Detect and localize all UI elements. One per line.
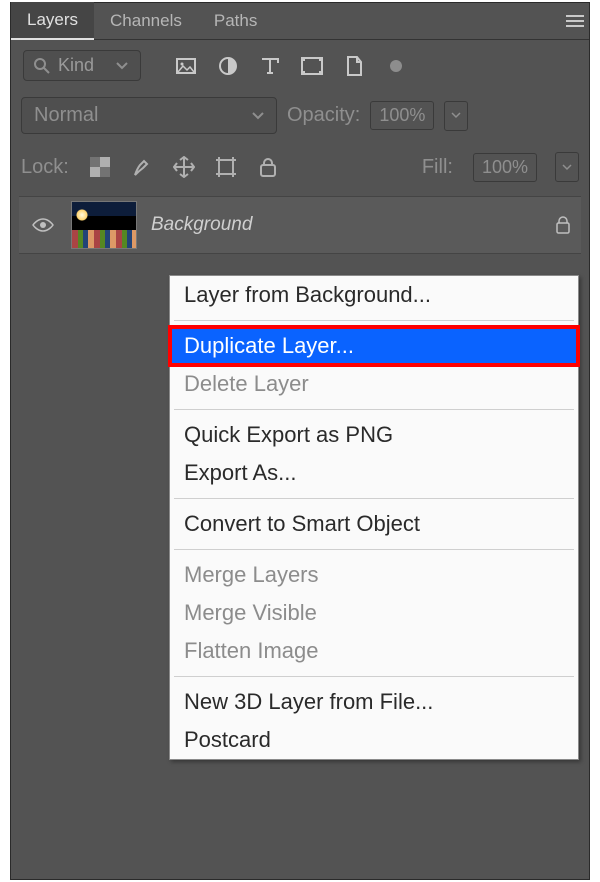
visibility-eye-icon[interactable] xyxy=(29,218,57,232)
opacity-input[interactable]: 100% xyxy=(370,101,434,130)
menu-separator xyxy=(174,676,574,677)
filter-toggle-dot[interactable] xyxy=(385,55,407,77)
menu-merge-visible: Merge Visible xyxy=(170,594,578,632)
menu-convert-smart-object[interactable]: Convert to Smart Object xyxy=(170,505,578,543)
lock-transparency-icon[interactable] xyxy=(89,156,111,178)
menu-postcard[interactable]: Postcard xyxy=(170,721,578,759)
fill-input[interactable]: 100% xyxy=(473,153,537,182)
menu-quick-export-png[interactable]: Quick Export as PNG xyxy=(170,416,578,454)
filter-shape-icon[interactable] xyxy=(301,55,323,77)
tab-channels[interactable]: Channels xyxy=(94,3,198,39)
lock-label: Lock: xyxy=(21,156,69,179)
fill-label: Fill: xyxy=(422,156,453,179)
menu-new-3d-layer[interactable]: New 3D Layer from File... xyxy=(170,683,578,721)
panel-tabbar: Layers Channels Paths xyxy=(11,3,589,40)
filter-kind-select[interactable]: Kind xyxy=(23,50,141,81)
tab-layers[interactable]: Layers xyxy=(11,2,94,40)
fill-stepper[interactable] xyxy=(555,152,579,182)
filter-pixel-icon[interactable] xyxy=(175,55,197,77)
opacity-stepper[interactable] xyxy=(444,101,468,131)
blend-mode-value: Normal xyxy=(34,104,98,127)
search-icon xyxy=(34,58,50,74)
menu-merge-layers: Merge Layers xyxy=(170,556,578,594)
filter-kind-label: Kind xyxy=(58,55,94,76)
layer-name-text[interactable]: Background xyxy=(151,214,555,236)
chevron-down-icon xyxy=(116,62,128,70)
menu-separator xyxy=(174,320,574,321)
lock-artboard-icon[interactable] xyxy=(215,156,237,178)
menu-delete-layer: Delete Layer xyxy=(170,365,578,403)
blend-opacity-row: Normal Opacity: 100% xyxy=(11,89,589,142)
filter-type-icon[interactable] xyxy=(259,55,281,77)
layer-lock-icon[interactable] xyxy=(555,216,571,234)
filter-smart-icon[interactable] xyxy=(343,55,365,77)
lock-all-icon[interactable] xyxy=(257,156,279,178)
layers-panel: Layers Channels Paths Kind xyxy=(10,2,590,880)
menu-separator xyxy=(174,549,574,550)
menu-separator xyxy=(174,409,574,410)
menu-separator xyxy=(174,498,574,499)
opacity-label: Opacity: xyxy=(287,104,360,127)
layer-thumbnail[interactable] xyxy=(71,201,137,249)
layer-context-menu: Layer from Background... Duplicate Layer… xyxy=(169,275,579,760)
panel-menu-icon[interactable] xyxy=(561,7,589,35)
chevron-down-icon xyxy=(252,112,264,120)
lock-pixels-icon[interactable] xyxy=(131,156,153,178)
layer-filter-row: Kind xyxy=(11,40,589,89)
menu-duplicate-layer[interactable]: Duplicate Layer... xyxy=(170,327,578,365)
filter-type-icons xyxy=(175,55,407,77)
menu-flatten-image: Flatten Image xyxy=(170,632,578,670)
layer-row-background[interactable]: Background xyxy=(19,196,581,254)
lock-fill-row: Lock: Fill: 100% xyxy=(11,142,589,192)
filter-adjust-icon[interactable] xyxy=(217,55,239,77)
blend-mode-select[interactable]: Normal xyxy=(21,97,277,134)
menu-export-as[interactable]: Export As... xyxy=(170,454,578,492)
tab-paths[interactable]: Paths xyxy=(198,3,273,39)
lock-position-icon[interactable] xyxy=(173,156,195,178)
menu-layer-from-background[interactable]: Layer from Background... xyxy=(170,276,578,314)
